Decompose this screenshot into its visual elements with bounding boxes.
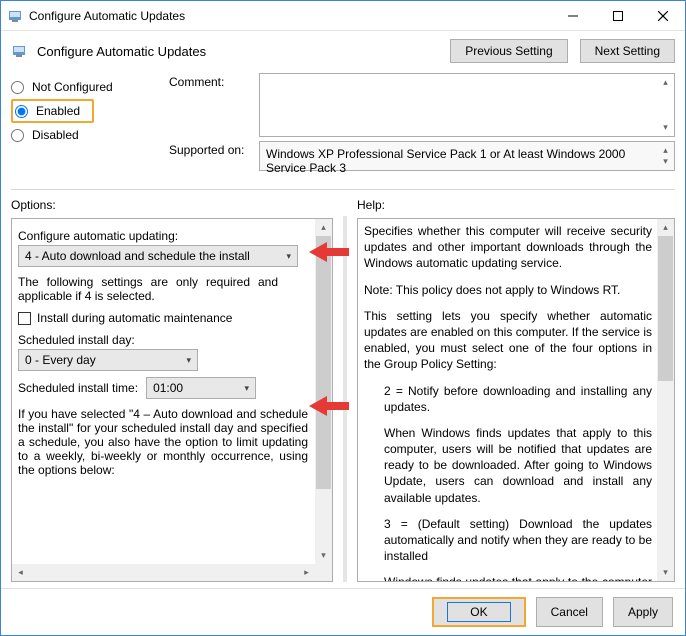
- options-label: Options:: [11, 194, 333, 218]
- chevron-down-icon: ▾: [186, 355, 191, 366]
- help-p2: Note: This policy does not apply to Wind…: [364, 282, 652, 298]
- scrollbar-thumb[interactable]: [658, 236, 673, 381]
- column-splitter[interactable]: [343, 216, 347, 582]
- cancel-button[interactable]: Cancel: [536, 597, 603, 627]
- maximize-button[interactable]: [595, 1, 640, 30]
- radio-disabled[interactable]: Disabled: [11, 123, 163, 147]
- options-scrollbar-h[interactable]: ◂ ▸: [12, 564, 315, 581]
- radio-not-configured[interactable]: Not Configured: [11, 75, 163, 99]
- configure-value: 4 - Auto download and schedule the insta…: [25, 249, 250, 263]
- checkbox-icon: [18, 312, 31, 325]
- radio-not-configured-label: Not Configured: [32, 80, 113, 94]
- options-content: Configure automatic updating: 4 - Auto d…: [12, 219, 332, 581]
- help-content: Specifies whether this computer will rec…: [358, 219, 674, 581]
- radio-disabled-label: Disabled: [32, 128, 79, 142]
- radio-not-configured-input[interactable]: [11, 81, 24, 94]
- options-scrollbar[interactable]: ▴ ▾: [315, 219, 332, 581]
- close-button[interactable]: [640, 1, 685, 30]
- scrollbar-thumb[interactable]: [316, 236, 331, 489]
- policy-icon: [11, 43, 27, 59]
- radio-enabled[interactable]: Enabled: [13, 104, 80, 118]
- scroll-left-icon[interactable]: ◂: [12, 564, 29, 581]
- scheduled-day-label: Scheduled install day:: [18, 333, 312, 347]
- scroll-down-icon[interactable]: ▾: [657, 119, 674, 136]
- comment-textarea[interactable]: ▴ ▾: [259, 73, 675, 137]
- scheduled-day-value: 0 - Every day: [25, 353, 96, 367]
- help-label: Help:: [357, 194, 675, 218]
- radio-disabled-input[interactable]: [11, 129, 24, 142]
- comment-label: Comment:: [169, 73, 253, 89]
- scroll-up-icon[interactable]: ▴: [657, 74, 674, 91]
- scheduled-time-label: Scheduled install time:: [18, 381, 138, 395]
- options-note1: The following settings are only required…: [18, 275, 278, 303]
- scheduled-time-select[interactable]: 01:00 ▾: [146, 377, 256, 399]
- scroll-up-icon[interactable]: ▴: [657, 219, 674, 236]
- scheduled-time-value: 01:00: [153, 381, 183, 395]
- scheduled-day-select[interactable]: 0 - Every day ▾: [18, 349, 198, 371]
- header-row: Configure Automatic Updates Previous Set…: [1, 31, 685, 67]
- apply-button[interactable]: Apply: [613, 597, 673, 627]
- footer: OK Cancel Apply: [1, 588, 685, 635]
- options-column: Options: Configure automatic updating: 4…: [11, 194, 333, 582]
- configure-updating-select[interactable]: 4 - Auto download and schedule the insta…: [18, 245, 298, 267]
- install-maintenance-checkbox[interactable]: Install during automatic maintenance: [18, 311, 312, 325]
- chevron-down-icon: ▾: [245, 383, 250, 394]
- divider: [11, 189, 675, 190]
- supported-on-box: Windows XP Professional Service Pack 1 o…: [259, 141, 675, 171]
- options-box: Configure automatic updating: 4 - Auto d…: [11, 218, 333, 582]
- configure-label: Configure automatic updating:: [18, 229, 312, 243]
- app-icon: [7, 8, 23, 24]
- scroll-up-icon[interactable]: ▴: [315, 219, 332, 236]
- minimize-button[interactable]: [550, 1, 595, 30]
- chevron-down-icon: ▾: [286, 251, 291, 262]
- ok-button[interactable]: OK: [432, 597, 525, 627]
- help-scrollbar[interactable]: ▴ ▾: [657, 219, 674, 581]
- header-title: Configure Automatic Updates: [37, 44, 440, 59]
- body-grid: Not Configured Enabled Disabled Comment:…: [1, 67, 685, 181]
- scroll-down-icon[interactable]: ▾: [657, 153, 674, 170]
- help-p6: 3 = (Default setting) Download the updat…: [364, 516, 652, 565]
- titlebar: Configure Automatic Updates: [1, 1, 685, 31]
- scroll-right-icon[interactable]: ▸: [298, 564, 315, 581]
- help-p7: Windows finds updates that apply to the …: [364, 574, 652, 581]
- scroll-down-icon[interactable]: ▾: [315, 547, 332, 564]
- radio-enabled-input[interactable]: [15, 105, 28, 118]
- scroll-down-icon[interactable]: ▾: [657, 564, 674, 581]
- help-p3: This setting lets you specify whether au…: [364, 308, 652, 373]
- columns: Options: Configure automatic updating: 4…: [1, 194, 685, 588]
- gpo-dialog: Configure Automatic Updates Configure Au…: [0, 0, 686, 636]
- supported-on-text: Windows XP Professional Service Pack 1 o…: [266, 147, 625, 175]
- help-p1: Specifies whether this computer will rec…: [364, 223, 652, 272]
- right-fields: Comment: ▴ ▾ Supported on: Windows XP Pr…: [169, 73, 675, 175]
- window-title: Configure Automatic Updates: [29, 9, 550, 23]
- help-p5: When Windows finds updates that apply to…: [364, 425, 652, 506]
- radio-enabled-label: Enabled: [36, 104, 80, 118]
- next-setting-button[interactable]: Next Setting: [580, 39, 675, 63]
- state-radios: Not Configured Enabled Disabled: [11, 73, 163, 147]
- install-maintenance-label: Install during automatic maintenance: [37, 311, 232, 325]
- help-column: Help: Specifies whether this computer wi…: [357, 194, 675, 582]
- help-box: Specifies whether this computer will rec…: [357, 218, 675, 582]
- previous-setting-button[interactable]: Previous Setting: [450, 39, 567, 63]
- options-note2: If you have selected "4 – Auto download …: [18, 407, 308, 477]
- help-p4: 2 = Notify before downloading and instal…: [364, 383, 652, 415]
- enabled-highlight: Enabled: [11, 99, 94, 123]
- supported-label: Supported on:: [169, 141, 253, 157]
